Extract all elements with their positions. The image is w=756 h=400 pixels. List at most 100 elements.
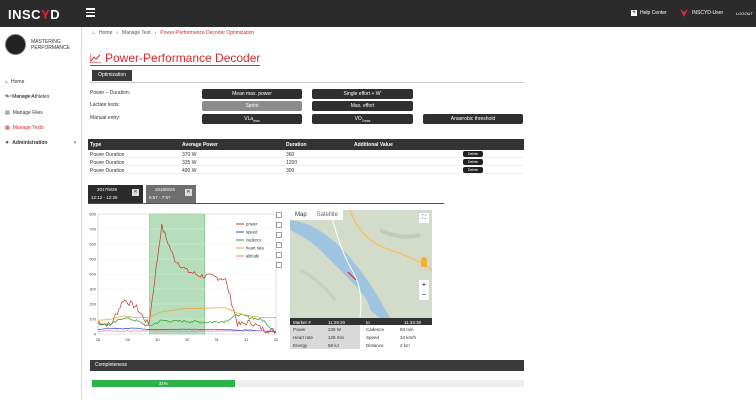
title-underline [90,65,260,66]
vo2-button-label: VO [354,116,362,122]
stat-value: 83 min [400,326,414,332]
y-tick-label: 400 [89,272,96,277]
delete-button[interactable]: Delete [463,167,483,173]
max-effort-button[interactable]: Max. effort [312,101,413,111]
cell-type: Power Duration [90,168,125,174]
stat-label: Distance [366,342,384,348]
sidebar-item-administration[interactable]: ✦ Administration ‹ [0,136,82,150]
home-icon: ⌂ [92,30,96,36]
brush-icon[interactable] [276,262,282,268]
help-center-link[interactable]: + Help Center [631,10,667,16]
delete-button[interactable]: Delete [463,151,483,157]
top-bar: INSCYD + Help Center INSCYD-User LOGOUT [0,0,756,27]
logout-link[interactable]: LOGOUT [736,11,753,16]
legend-label[interactable]: speed [246,230,258,235]
table-row: Power Duration 370 W 360 Delete [88,150,524,158]
tab-optimization[interactable]: Optimization [92,70,132,81]
y-tick-label: 100 [89,317,96,322]
user-name: INSCYD-User [692,10,724,16]
stats-row: Heart rate 126 min Speed 34 km/h [290,333,432,341]
legend-label[interactable]: heart rate [246,246,265,251]
legend-label[interactable]: altitude [246,254,260,259]
completeness-bar: 31% [92,380,524,387]
y-tick-label: 200 [89,302,96,307]
plus-icon: + [631,10,637,16]
y-tick-label: 800 [89,212,96,217]
fullscreen-icon[interactable]: ⛶ [419,213,429,223]
legend-label[interactable]: power [246,222,258,227]
pen-icon: ✎ [5,94,10,100]
y-tick-label: 600 [89,242,96,247]
legend-label[interactable]: cadence [246,238,263,243]
marker-to-label: to [366,319,370,325]
sprint-button[interactable]: Sprint [202,101,302,111]
efforts-table: Type Average Power Duration Additional V… [88,139,524,174]
manual-entry-label: Manual entry: [90,115,121,121]
calendar-icon: ▦ [5,125,10,131]
stat-value: 238 W [328,326,342,332]
cell-power: 490 W [182,168,197,174]
sidebar-item-manage-athletes[interactable]: ✎ Manage Athletes [0,90,82,104]
restore-icon[interactable] [276,232,282,238]
x-tick-label: 28 [96,337,101,342]
zoom-out-button[interactable]: − [419,290,429,300]
session-divider [88,203,444,204]
stat-label: Speed [366,334,380,340]
stat-value: 34 km/h [400,334,417,340]
user-logo-icon [680,9,688,17]
route-map[interactable]: Map Satellite ⛶ + − [290,210,432,318]
sidebar-item-home[interactable]: ⌂ Home [0,75,82,89]
zoom-reset-icon[interactable] [276,222,282,228]
pegman-icon[interactable] [421,257,427,267]
close-icon[interactable]: ✕ [185,189,192,196]
brand-logo [5,34,26,55]
brand: MASTERING PERFORMANCE [5,34,70,55]
tab-satellite[interactable]: Satellite [311,210,344,220]
workout-chart[interactable]: 800 700 600 500 400 300 200 100 0 28 28 30 30 31 31 32 p… [86,210,282,350]
sidebar-item-manage-files[interactable]: ▤ Manage Files [0,106,82,120]
mean-max-power-button[interactable]: Mean max. power [202,89,302,99]
stat-label: Cadence [366,326,385,332]
single-effort-button[interactable]: Single effort + W' [312,89,413,99]
table-header: Type Average Power Duration Additional V… [88,139,524,150]
x-tick-label: 30 [155,337,160,342]
vla-max-button[interactable]: VLamax [202,114,302,124]
sidebar-item-manage-tests[interactable]: ▦ Manage Tests [0,121,82,135]
session-tab-2[interactable]: 2018/9/25 5:57 - 7:57 ✕ [146,185,196,203]
tab-map[interactable]: Map [290,210,312,220]
page-title-text: Power-Performance Decoder [105,51,261,65]
y-tick-label: 700 [89,227,96,232]
zoom-icon[interactable] [276,212,282,218]
table-row: Power Duration 490 W 300 Delete [88,166,524,174]
user-menu[interactable]: INSCYD-User [679,8,723,18]
chevron-left-icon: ‹ [74,140,76,146]
inscyd-logo[interactable]: INSCYD [8,7,60,22]
delete-button[interactable]: Delete [463,159,483,165]
marker-label: Marker # [293,319,311,325]
chart-toolbox [276,212,286,268]
save-image-icon[interactable] [276,252,282,258]
breadcrumb-current: Power-Performance Decoder Optimization [160,30,255,36]
breadcrumb-home[interactable]: Home [99,30,112,36]
map-zoom-control: + − [419,280,429,300]
x-tick-label: 31 [244,337,249,342]
vo2-max-button[interactable]: VO2max [312,114,413,124]
menu-toggle-icon[interactable] [86,8,95,17]
sidebar-item-label: Home [11,79,25,85]
sidebar-item-label: Manage Files [12,110,43,116]
marker-from: 11:29:20 [328,319,346,325]
brand-line2: PERFORMANCE [31,44,70,51]
lactate-tests-label: Lactate tests: [90,102,120,108]
session-tab-1[interactable]: 2017/9/28 12:12 - 12:26 ✕ [88,185,143,203]
close-icon[interactable]: ✕ [132,189,139,196]
anaerobic-threshold-button[interactable]: Anaerobic threshold [423,114,523,124]
data-view-icon[interactable] [276,242,282,248]
workout-chart-svg: 800700600500400300200100028 28 30 30 31 31 32p… [89,212,279,343]
help-center-label: Help Center [640,10,667,16]
x-tick-label: 28 [125,337,130,342]
page-title: Power-Performance Decoder [90,51,260,65]
vla-button-label: VLa [244,116,254,122]
zoom-in-button[interactable]: + [419,280,429,290]
breadcrumb-manage-test[interactable]: Manage Test [122,30,151,36]
stat-label: Energy [293,342,308,348]
